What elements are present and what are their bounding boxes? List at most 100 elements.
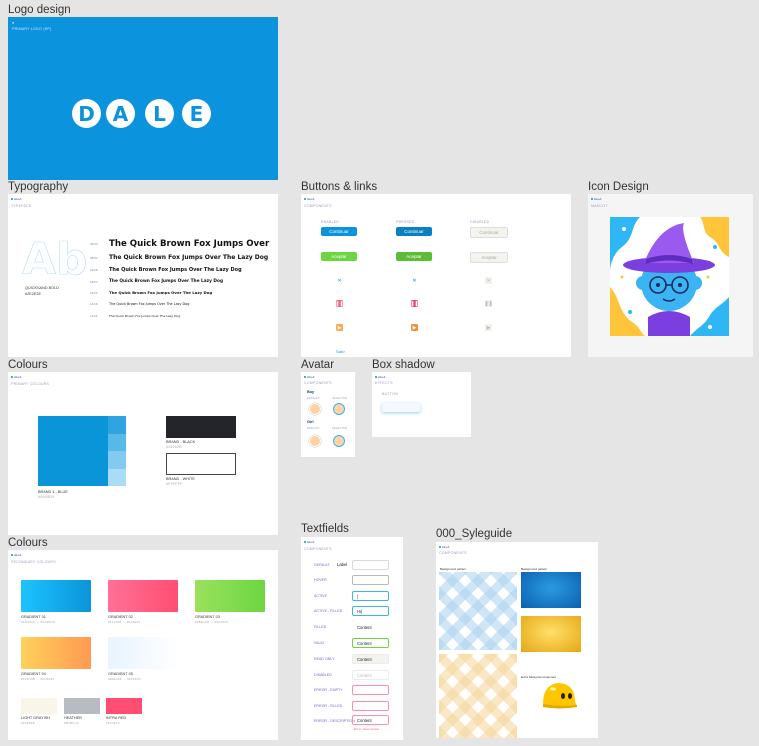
frame-label-typography[interactable]: Typography xyxy=(8,181,68,193)
buttons-header: ALLA xyxy=(304,197,314,201)
close-icon[interactable]: ✕ xyxy=(336,277,343,284)
play-icon[interactable]: ▶ xyxy=(485,324,492,331)
textfield-active-filled[interactable]: Hi| xyxy=(352,606,389,616)
icon-design-header: ALLA xyxy=(591,197,601,201)
accept-button-enabled[interactable]: Aceptar xyxy=(321,252,357,261)
tf-state-label: READ ONLY xyxy=(314,657,335,661)
tf-state-label: ACTIVE xyxy=(314,594,327,598)
font-name: QUICKSAND BOLD xyxy=(25,286,59,290)
boy-avatar-selected[interactable] xyxy=(333,403,345,415)
gradient-name: GRADIENT 02 xyxy=(108,615,133,619)
brand-blue-swatch[interactable] xyxy=(38,416,108,486)
accept-button-disabled[interactable]: Aceptar xyxy=(470,252,508,263)
box-shadow-header: ALLA xyxy=(375,375,385,379)
type-sample: The Quick Brown Fox Jumps Over The Lazy … xyxy=(109,254,269,261)
heather-swatch[interactable] xyxy=(64,698,100,714)
box-shadow-subheader: EFFECTS xyxy=(375,381,393,385)
textfield-read-only[interactable]: Content xyxy=(352,654,389,664)
frame-label-styleguide[interactable]: 000_Syleguide xyxy=(436,528,512,540)
typography-frame[interactable]: ALLA TYPEFACE Ab QUICKSAND BOLD #2E2E2E … xyxy=(8,194,278,357)
pause-icon[interactable]: ❚❚ xyxy=(410,300,419,307)
pause-icon[interactable]: ❚❚ xyxy=(335,300,344,307)
gradient-02-swatch[interactable] xyxy=(108,580,178,612)
brand-black-swatch[interactable] xyxy=(166,416,236,438)
brand-white-name: BRAND - WHITE xyxy=(166,477,195,481)
boy-avatar[interactable] xyxy=(309,403,321,415)
gradient-04-swatch[interactable] xyxy=(21,637,91,669)
girl-avatar-selected[interactable] xyxy=(333,435,345,447)
gradient-name: GRADIENT 04 xyxy=(21,672,46,676)
textfield-disabled[interactable]: Content xyxy=(352,670,389,680)
frame-label-textfields[interactable]: Textfields xyxy=(301,523,349,535)
gradient-sub: #FF7096 → #FF4E72 xyxy=(108,620,141,624)
brand-blue-tint-2[interactable] xyxy=(108,433,126,451)
frame-label-buttons[interactable]: Buttons & links xyxy=(301,181,377,193)
play-icon[interactable]: ▶ xyxy=(336,324,343,331)
logo-caption: PRIMARY LOGO (RP) xyxy=(12,27,52,31)
textfield-hover[interactable] xyxy=(352,575,389,585)
textfield-valid[interactable]: Content xyxy=(352,638,389,648)
logo-letter-e: E xyxy=(182,99,211,128)
brand-blue-tint-4[interactable] xyxy=(108,468,126,486)
type-size: 24/28 xyxy=(90,268,98,272)
close-icon[interactable]: ✕ xyxy=(411,277,418,284)
frame-label-logo[interactable]: Logo design xyxy=(8,4,71,16)
intra-red-swatch[interactable] xyxy=(106,698,142,714)
textfield-active[interactable]: | xyxy=(352,591,389,601)
textfield-error-filled[interactable] xyxy=(352,701,389,711)
avatar-frame[interactable]: ALLA COMPONENTS Boy DEFAULT SELECTED Gir… xyxy=(301,372,355,457)
tf-state-label: ERROR - DESCRIPTION xyxy=(314,719,355,723)
colours-subheader: PRIMARY COLOURS xyxy=(11,382,50,386)
brand-blue-tint-3[interactable] xyxy=(108,451,126,469)
continue-button-pressed[interactable]: Continuar xyxy=(396,227,432,236)
type-sample: The Quick Brown Fox Jumps Over The Lazy … xyxy=(109,267,242,273)
frame-label-colours[interactable]: Colours xyxy=(8,359,48,371)
tf-state-label: HOVER xyxy=(314,578,327,582)
pause-icon[interactable]: ❚❚ xyxy=(484,300,493,307)
colours-secondary-frame[interactable]: ALLA SECONDARY COLOURS GRADIENT 01 #1DC3… xyxy=(8,550,278,740)
styleguide-frame[interactable]: ALLA COMPONENTS Background pattern Backg… xyxy=(436,542,598,738)
frame-label-icon-design[interactable]: Icon Design xyxy=(588,181,649,193)
gradient-01-swatch[interactable] xyxy=(21,580,91,612)
frame-label-box-shadow[interactable]: Box shadow xyxy=(372,359,435,371)
continue-button-disabled[interactable]: Continuar xyxy=(470,227,508,238)
gradient-name: GRADIENT 03 xyxy=(195,615,220,619)
light-grayish-swatch[interactable] xyxy=(21,698,57,714)
logo-letter-l: L xyxy=(145,99,174,128)
textfield-error-description[interactable]: Content xyxy=(352,715,389,725)
gradient-03-swatch[interactable] xyxy=(195,580,265,612)
bg-pattern-label-a: Background pattern xyxy=(440,567,467,571)
girl-avatar[interactable] xyxy=(309,435,321,447)
close-icon[interactable]: ✕ xyxy=(485,277,492,284)
frame-label-avatar[interactable]: Avatar xyxy=(301,359,334,371)
buttons-frame[interactable]: ALLA COMPONENTS ENABLED PRESSED DISABLED… xyxy=(301,194,571,357)
brand-black-hex: #24252B xyxy=(166,445,182,449)
gradient-05-swatch[interactable] xyxy=(108,637,178,669)
brand-white-swatch[interactable] xyxy=(166,453,236,475)
exit-link[interactable]: Salir xyxy=(336,349,345,354)
icon-design-subheader: MASCOT xyxy=(591,204,608,208)
colours-secondary-header: ALLA xyxy=(11,553,21,557)
textfield-default[interactable] xyxy=(352,560,389,570)
textfield-error-empty[interactable] xyxy=(352,685,389,695)
brand-blue-tint-1[interactable] xyxy=(108,416,126,434)
solid-name: INTRA RED xyxy=(106,716,127,720)
frame-label-colours-secondary[interactable]: Colours xyxy=(8,537,48,549)
yellow-check-pattern xyxy=(439,654,517,738)
colours-frame[interactable]: ALLA PRIMARY COLOURS BRAND 1 - BLUE #0A9… xyxy=(8,372,278,535)
tf-state-label: ERROR - FILLED xyxy=(314,704,343,708)
logo-frame[interactable]: PRIMARY LOGO (RP) ● D A L E xyxy=(8,17,278,180)
avatar-state-default: DEFAULT xyxy=(307,397,320,400)
solid-sub: #FF4E72 xyxy=(106,721,120,725)
tf-default-label: Label xyxy=(337,562,348,567)
icon-design-frame[interactable]: ALLA MASCOT xyxy=(588,194,753,357)
brand-blue-name: BRAND 1 - BLUE xyxy=(38,490,68,494)
blue-check-pattern xyxy=(439,572,517,650)
textfield-filled[interactable]: Content xyxy=(352,622,389,632)
accept-button-pressed[interactable]: Aceptar xyxy=(396,252,432,261)
box-shadow-frame[interactable]: ALLA EFFECTS BUTTON xyxy=(372,372,471,437)
typeface-specimen: Ab xyxy=(22,234,88,286)
play-icon[interactable]: ▶ xyxy=(411,324,418,331)
continue-button-enabled[interactable]: Continuar xyxy=(321,227,357,236)
textfields-frame[interactable]: ALLA COMPONENTS DEFAULT Label HOVER ACTI… xyxy=(301,537,403,740)
